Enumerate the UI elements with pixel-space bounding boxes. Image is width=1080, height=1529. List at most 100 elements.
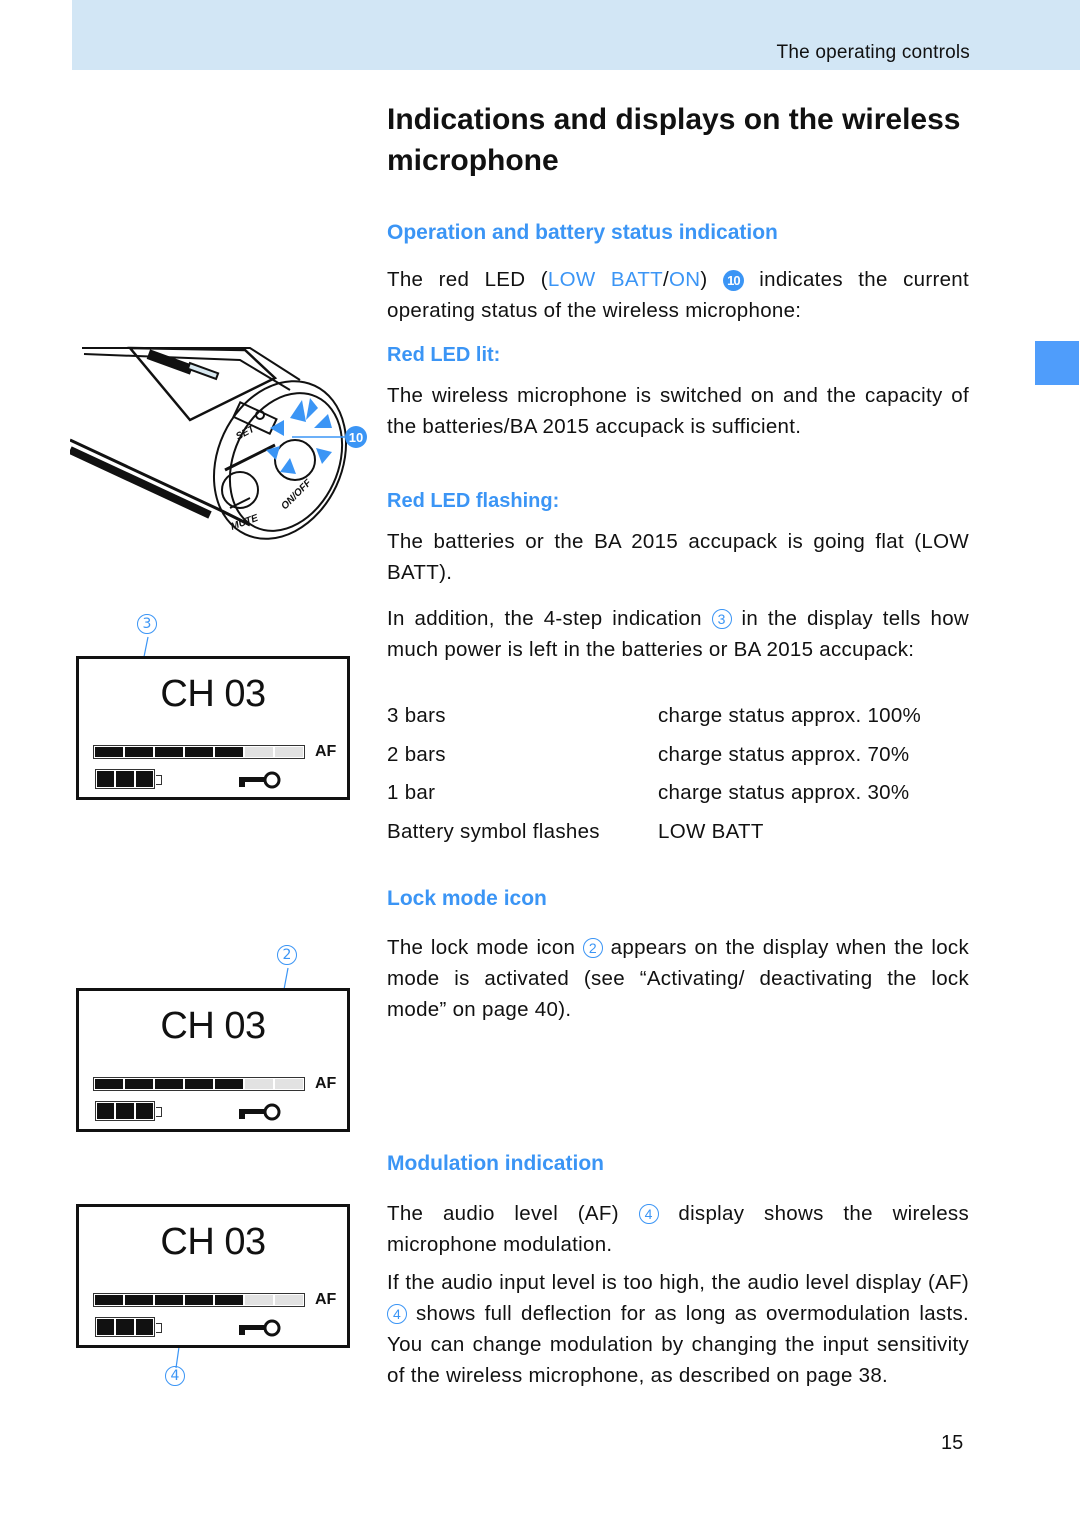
text-run: In addition, the 4-step indication: [387, 607, 712, 630]
bars-cell: Battery symbol flashes: [387, 819, 600, 843]
battery-bar: [116, 1103, 134, 1119]
table-row: Battery symbol flashes LOW BATT: [387, 820, 987, 859]
battery-icon: [95, 1317, 155, 1337]
status-cell: charge status approx. 100%: [658, 704, 922, 727]
key-lock-icon: [239, 771, 281, 789]
af-segment: [215, 747, 243, 757]
red-led-flashing-text: The batteries or the BA 2015 accupack is…: [387, 530, 969, 584]
af-segment: [245, 1079, 273, 1089]
battery-bar: [116, 771, 134, 787]
lcd-display: CH 03 AF: [76, 656, 350, 800]
on-off-label: ON/OFF: [279, 477, 314, 512]
red-led-flashing: Red LED flashing:: [387, 490, 969, 513]
section-heading-lock: Lock mode icon: [387, 887, 547, 910]
header-band: The operating controls: [72, 0, 1080, 70]
channel-readout: CH 03: [160, 1005, 266, 1047]
af-segment: [215, 1079, 243, 1089]
af-segment: [95, 1079, 123, 1089]
af-label: AF: [315, 1291, 337, 1308]
af-segment: [155, 1079, 183, 1089]
microphone-illustration: 10 SET ON/OFF MUTE: [70, 346, 367, 540]
section-lock: Lock mode icon: [387, 887, 969, 911]
af-segment: [125, 747, 153, 757]
battery-tip: [156, 1107, 162, 1117]
af-segment: [155, 747, 183, 757]
operation-intro: The red LED (LOW BATT/ON) 10 indicates t…: [387, 264, 969, 326]
battery-bar: [116, 1319, 134, 1335]
callout-4-label: 4: [165, 1366, 185, 1386]
af-segment: [275, 1295, 303, 1305]
page-number: 15: [941, 1432, 964, 1454]
af-level-meter: [93, 1077, 305, 1091]
lock-body: The lock mode icon 2 appears on the disp…: [387, 932, 969, 1025]
text-run: The red LED (: [387, 268, 548, 291]
key-lock-icon: [239, 1319, 281, 1337]
battery-icon: [95, 1101, 155, 1121]
af-segment: [185, 1295, 213, 1305]
text-run: shows full deflection for as long as ove…: [387, 1302, 969, 1387]
operation-intro-text: The red LED (LOW BATT/ON) 10 indicates t…: [387, 264, 969, 326]
ref-callout-10: 10: [722, 270, 744, 291]
red-led-lit-body: The wireless microphone is switched on a…: [387, 380, 969, 442]
battery-bar: [97, 1319, 115, 1335]
section-operation: Operation and battery status indication: [387, 221, 969, 245]
battery-icon: [95, 769, 155, 789]
on-label: ON: [668, 268, 701, 291]
af-segment: [95, 747, 123, 757]
af-segment: [125, 1295, 153, 1305]
text-run: The audio level (AF): [387, 1202, 639, 1225]
chapter-tab-marker: [1035, 341, 1079, 385]
text-run: ): [700, 268, 723, 291]
bars-cell: 3 bars: [387, 704, 446, 727]
ref-callout-2: 2: [582, 938, 603, 958]
callout-10-label: 10: [349, 430, 363, 445]
status-cell: charge status approx. 30%: [658, 781, 910, 804]
af-label: AF: [315, 1075, 337, 1092]
bars-cell: 1 bar: [387, 781, 436, 804]
charge-status-table: 3 bars charge status approx. 100% 2 bars…: [387, 704, 987, 858]
callout-3: 3: [137, 614, 157, 634]
modulation-text-2: If the audio input level is too high, th…: [387, 1267, 969, 1391]
af-segment: [125, 1079, 153, 1089]
red-led-lit: Red LED lit:: [387, 344, 969, 367]
low-batt-label: LOW BATT: [547, 268, 663, 291]
af-segment: [245, 747, 273, 757]
red-led-lit-text: The wireless microphone is switched on a…: [387, 384, 969, 438]
battery-bar: [97, 771, 115, 787]
af-segment: [185, 747, 213, 757]
callout-4: 4: [165, 1366, 185, 1386]
callout-2: 2: [277, 945, 297, 965]
subheading-red-led-flashing: Red LED flashing:: [387, 490, 560, 512]
key-lock-icon: [239, 1103, 281, 1121]
battery-bar: [135, 1103, 153, 1119]
battery-bar: [135, 771, 153, 787]
section-title: The operating controls: [776, 42, 970, 63]
bars-cell: 2 bars: [387, 742, 446, 766]
red-led-flashing-body: The batteries or the BA 2015 accupack is…: [387, 526, 969, 588]
section-heading-modulation: Modulation indication: [387, 1152, 604, 1175]
af-segment: [215, 1295, 243, 1305]
channel-readout: CH 03: [160, 673, 266, 715]
status-cell: charge status approx. 70%: [658, 742, 910, 766]
callout-3-label: 3: [137, 614, 157, 634]
section-modulation: Modulation indication: [387, 1152, 969, 1176]
page-title: Indications and displays on the wireless…: [387, 103, 961, 177]
af-segment: [155, 1295, 183, 1305]
lock-text: The lock mode icon 2 appears on the disp…: [387, 932, 969, 1025]
af-label: AF: [315, 743, 337, 760]
lcd-display: CH 03 AF: [76, 1204, 350, 1348]
section-heading-operation: Operation and battery status indication: [387, 221, 778, 244]
af-segment: [245, 1295, 273, 1305]
battery-bar: [135, 1319, 153, 1335]
battery-bar: [97, 1103, 115, 1119]
table-row: 3 bars charge status approx. 100%: [387, 704, 987, 743]
table-row: 2 bars charge status approx. 70%: [387, 743, 987, 782]
modulation-body-1: The audio level (AF) 4 display shows the…: [387, 1198, 969, 1260]
text-run: If the audio input level is too high, th…: [387, 1271, 969, 1294]
status-cell: LOW BATT: [658, 819, 764, 843]
channel-readout: CH 03: [160, 1221, 266, 1263]
ref-callout-4: 4: [387, 1304, 407, 1324]
table-row: 1 bar charge status approx. 30%: [387, 781, 987, 820]
af-segment: [95, 1295, 123, 1305]
battery-tip: [156, 1323, 162, 1333]
